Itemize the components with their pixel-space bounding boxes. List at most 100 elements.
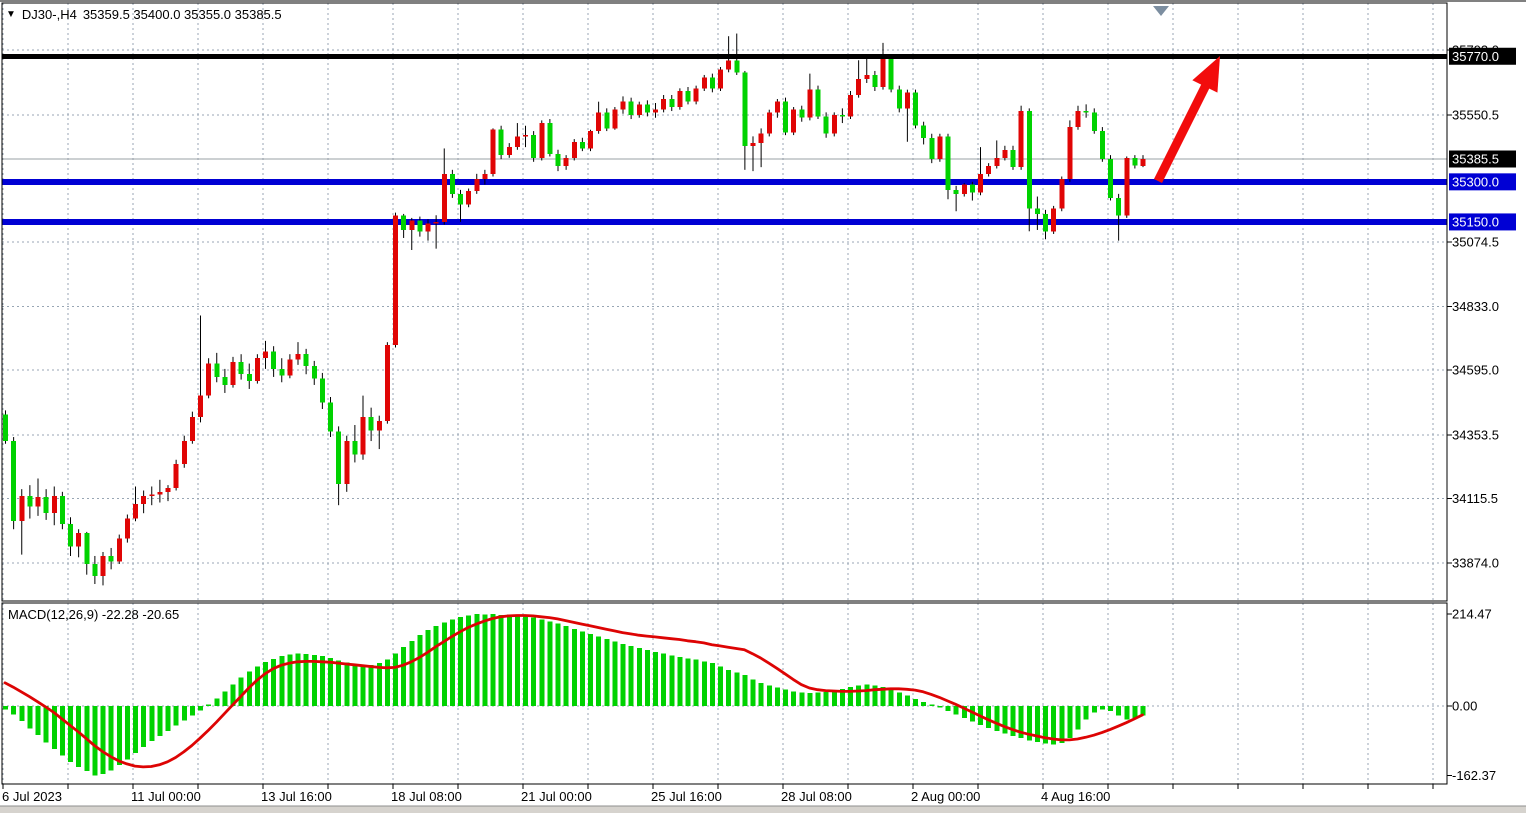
- x-axis-label: 6 Jul 2023: [2, 789, 62, 804]
- x-axis-label: 13 Jul 16:00: [261, 789, 332, 804]
- candle-body: [491, 130, 496, 174]
- candle-body: [807, 90, 812, 118]
- candle-body: [986, 166, 991, 174]
- candle-body: [247, 374, 252, 381]
- macd-bar: [1067, 706, 1072, 738]
- macd-tick-label: 214.47: [1452, 607, 1492, 622]
- price-panel-frame: [2, 3, 1447, 601]
- candle-body: [1059, 179, 1064, 208]
- candle-body: [304, 354, 309, 366]
- chart-canvas[interactable]: 35793.035550.535312.535074.534833.034595…: [0, 0, 1526, 813]
- macd-bar: [718, 667, 723, 706]
- candle-body: [1019, 111, 1024, 167]
- candle-body: [751, 143, 756, 146]
- candle-body: [344, 441, 349, 484]
- macd-bar: [564, 626, 569, 706]
- candle-body: [921, 126, 926, 138]
- candle-body: [734, 60, 739, 72]
- macd-bar: [409, 641, 414, 706]
- macd-bar: [109, 706, 114, 770]
- macd-tick-label: -162.37: [1452, 768, 1496, 783]
- macd-bar: [491, 614, 496, 706]
- macd-bar: [222, 691, 227, 706]
- macd-bar: [1084, 706, 1089, 720]
- macd-bar: [336, 661, 341, 706]
- candle-body: [653, 110, 658, 113]
- macd-bar: [450, 619, 455, 706]
- macd-bar: [515, 615, 520, 706]
- macd-bar: [117, 706, 122, 765]
- candle-body: [409, 221, 414, 230]
- time-marker-icon[interactable]: [1153, 6, 1169, 16]
- candle-body: [1002, 150, 1007, 158]
- candle-body: [206, 364, 211, 396]
- macd-bar: [426, 630, 431, 706]
- candle-body: [783, 102, 788, 133]
- macd-bar: [101, 706, 106, 774]
- candle-body: [393, 215, 398, 345]
- candle-body: [36, 497, 41, 506]
- candle-body: [1076, 111, 1081, 127]
- macd-bar: [507, 615, 512, 706]
- candle-body: [889, 59, 894, 90]
- macd-bar: [157, 706, 162, 736]
- candle-body: [174, 464, 179, 488]
- candle-body: [11, 441, 16, 521]
- macd-bar: [531, 618, 536, 706]
- candle-body: [1141, 159, 1146, 166]
- candle-body: [1108, 159, 1113, 198]
- candle-body: [222, 377, 227, 385]
- candle-body: [759, 134, 764, 143]
- macd-bar: [637, 648, 642, 706]
- candle-body: [775, 102, 780, 113]
- candle-body: [19, 496, 24, 521]
- candle-body: [320, 378, 325, 402]
- macd-bar: [60, 706, 65, 755]
- candle-body: [694, 88, 699, 101]
- candle-body: [76, 533, 81, 546]
- macd-bar: [921, 702, 926, 706]
- candle-body: [466, 191, 471, 204]
- candle-body: [710, 78, 715, 89]
- macd-bar: [328, 658, 333, 706]
- macd-bar: [149, 706, 154, 741]
- macd-bar: [239, 678, 244, 706]
- macd-bar: [913, 699, 918, 706]
- candle-body: [214, 364, 219, 377]
- macd-bar: [141, 706, 146, 747]
- candle-body: [604, 112, 609, 128]
- candle-body: [596, 112, 601, 131]
- macd-bar: [832, 691, 837, 706]
- candle-body: [27, 496, 32, 507]
- macd-bar: [994, 706, 999, 731]
- macd-bar: [19, 706, 24, 721]
- candle-body: [767, 112, 772, 133]
- macd-bar: [1108, 706, 1113, 711]
- macd-bar: [369, 665, 374, 706]
- candle-body: [929, 138, 934, 159]
- candle-body: [840, 115, 845, 116]
- trend-arrow-shaft[interactable]: [1158, 85, 1206, 181]
- candle-body: [905, 92, 910, 108]
- x-axis-label: 11 Jul 00:00: [131, 789, 201, 804]
- candle-body: [157, 492, 162, 495]
- macd-bar: [1092, 706, 1097, 712]
- candle-body: [791, 110, 796, 133]
- candle-body: [1027, 111, 1032, 209]
- macd-bar: [856, 685, 861, 706]
- symbol-dropdown-icon[interactable]: ▼: [6, 8, 16, 21]
- macd-bar: [905, 696, 910, 706]
- candle-body: [547, 123, 552, 154]
- candle-body: [539, 123, 544, 158]
- macd-bar: [580, 631, 585, 706]
- price-tick-label: 34833.0: [1452, 299, 1499, 314]
- price-tick-label: 34115.5: [1452, 491, 1498, 506]
- macd-bar: [27, 706, 32, 728]
- macd-bar: [76, 706, 81, 767]
- macd-bar: [661, 654, 666, 706]
- candle-body: [117, 539, 122, 562]
- x-axis-label: 4 Aug 16:00: [1041, 789, 1110, 804]
- candle-body: [572, 142, 577, 158]
- candle-body: [1100, 131, 1105, 159]
- macd-bar: [1002, 706, 1007, 733]
